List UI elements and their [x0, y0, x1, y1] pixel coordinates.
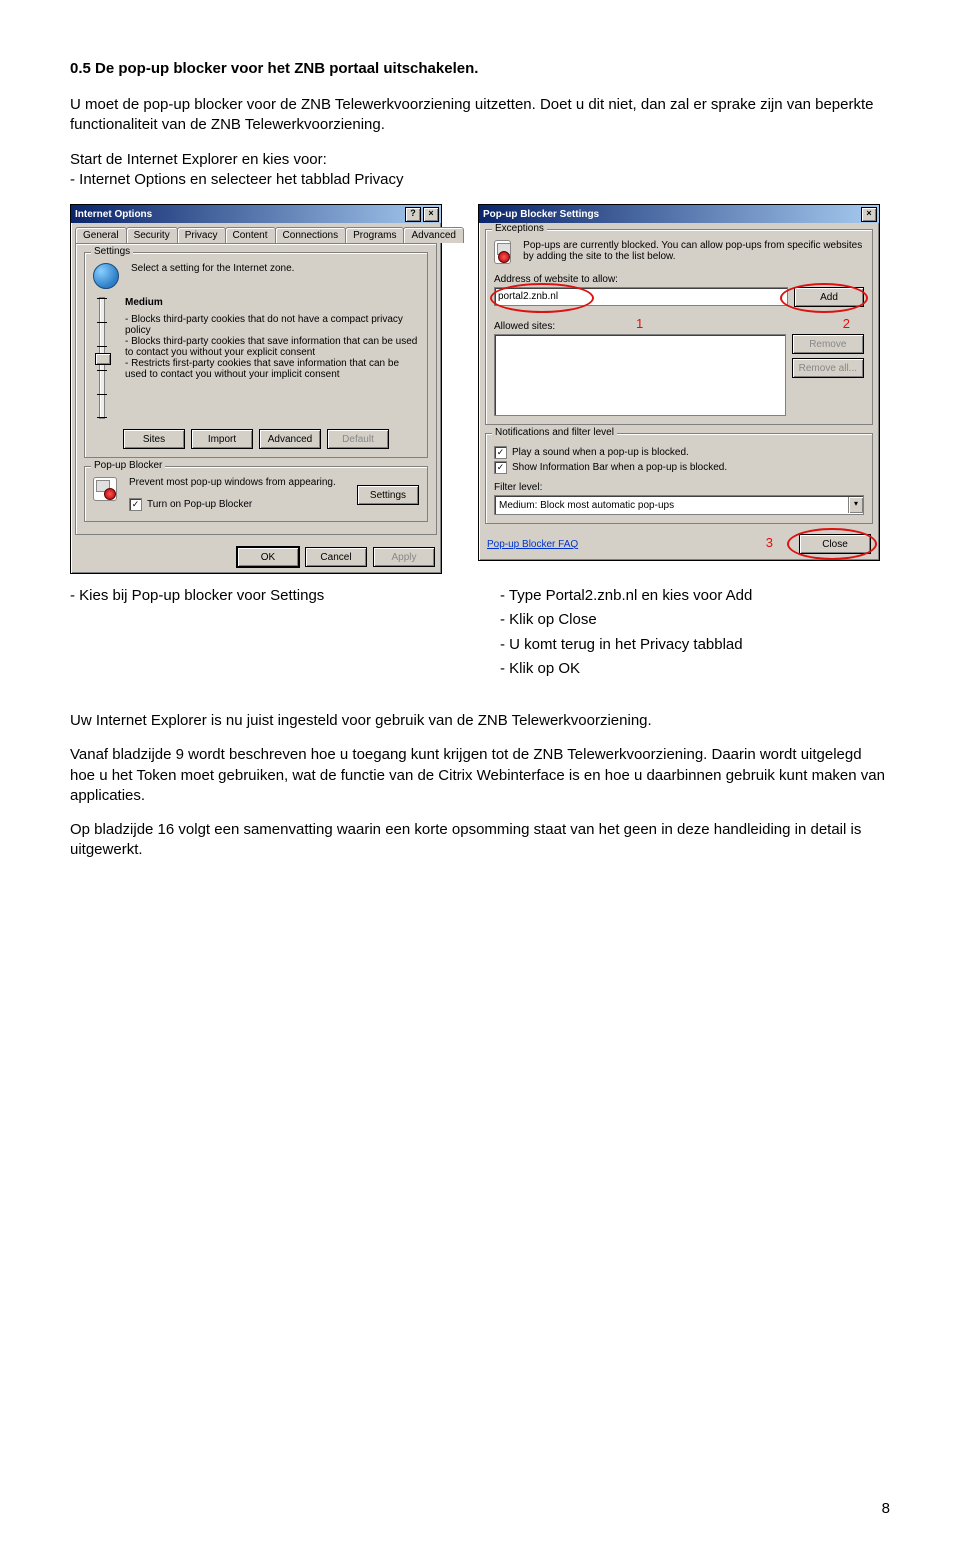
notifications-group: Notifications and filter level ✓ Play a … [485, 433, 873, 524]
exceptions-group-label: Exceptions [492, 223, 547, 234]
paragraph-outro-3: Op bladzijde 16 volgt een samenvatting w… [70, 820, 890, 861]
annotation-number-2: 2 [843, 316, 850, 331]
privacy-desc-3: - Restricts first-party cookies that sav… [125, 358, 419, 380]
annotation-number-1: 1 [636, 316, 643, 331]
instruction-right-3: - U komt terug in het Privacy tabblad [500, 635, 890, 655]
tab-panel-privacy: Settings Select a setting for the Intern… [75, 243, 437, 535]
annotation-number-3: 3 [766, 535, 773, 550]
infobar-label: Show Information Bar when a pop-up is bl… [512, 462, 727, 473]
privacy-slider[interactable] [99, 297, 105, 419]
slider-level: Medium [125, 297, 419, 308]
tab-strip: General Security Privacy Content Connect… [71, 223, 441, 243]
close-icon[interactable]: × [861, 207, 877, 222]
section-heading: 0.5 De pop-up blocker voor het ZNB porta… [70, 60, 890, 77]
filter-level-dropdown[interactable]: Medium: Block most automatic pop-ups ▾ [494, 495, 864, 515]
address-input[interactable]: portal2.znb.nl [494, 287, 788, 306]
filter-level-label: Filter level: [494, 482, 864, 493]
turn-on-popup-label: Turn on Pop-up Blocker [147, 499, 252, 510]
paragraph-intro-2b: - Internet Options en selecteer het tabb… [70, 171, 404, 188]
sound-checkbox[interactable]: ✓ [494, 446, 507, 459]
tab-programs[interactable]: Programs [345, 227, 404, 243]
tab-content[interactable]: Content [225, 227, 276, 243]
paragraph-intro-2: Start de Internet Explorer en kies voor:… [70, 150, 890, 191]
settings-caption: Select a setting for the Internet zone. [131, 263, 294, 274]
remove-button: Remove [792, 334, 864, 354]
dialog-titlebar: Internet Options ? × [71, 205, 441, 223]
instruction-right-1: - Type Portal2.znb.nl en kies voor Add [500, 586, 890, 606]
sound-label: Play a sound when a pop-up is blocked. [512, 447, 689, 458]
page-number: 8 [882, 1500, 890, 1517]
exceptions-group: Exceptions Pop-ups are currently blocked… [485, 229, 873, 425]
paragraph-outro-2: Vanaf bladzijde 9 wordt beschreven hoe u… [70, 745, 890, 806]
tab-general[interactable]: General [75, 227, 127, 243]
privacy-desc-2: - Blocks third-party cookies that save i… [125, 336, 419, 358]
paragraph-outro-1: Uw Internet Explorer is nu juist ingeste… [70, 711, 890, 731]
dialog-titlebar: Pop-up Blocker Settings × [479, 205, 879, 223]
default-button: Default [327, 429, 389, 449]
sites-button[interactable]: Sites [123, 429, 185, 449]
apply-button: Apply [373, 547, 435, 567]
tab-connections[interactable]: Connections [275, 227, 347, 243]
internet-options-dialog: Internet Options ? × General Security Pr… [70, 204, 442, 574]
advanced-button[interactable]: Advanced [259, 429, 321, 449]
globe-icon [93, 263, 119, 289]
instruction-right-4: - Klik op OK [500, 659, 890, 679]
dialog-title: Internet Options [75, 209, 152, 220]
popup-blocker-group: Pop-up Blocker Prevent most pop-up windo… [84, 466, 428, 522]
settings-group: Settings Select a setting for the Intern… [84, 252, 428, 458]
tab-advanced[interactable]: Advanced [403, 227, 463, 243]
instruction-right-2: - Klik op Close [500, 610, 890, 630]
allowed-sites-list[interactable] [494, 334, 786, 416]
exceptions-caption: Pop-ups are currently blocked. You can a… [523, 240, 864, 262]
close-icon[interactable]: × [423, 207, 439, 222]
turn-on-popup-checkbox[interactable]: ✓ [129, 498, 142, 511]
dialog-title: Pop-up Blocker Settings [483, 209, 599, 220]
popup-blocker-icon [494, 240, 511, 264]
ok-button[interactable]: OK [237, 547, 299, 567]
notifications-group-label: Notifications and filter level [492, 427, 617, 438]
close-button[interactable]: Close [799, 534, 871, 554]
allowed-sites-label: Allowed sites: [494, 321, 864, 332]
dialog-button-row: OK Cancel Apply [71, 541, 441, 573]
settings-group-label: Settings [91, 246, 133, 257]
popup-settings-body: Exceptions Pop-ups are currently blocked… [479, 223, 879, 560]
privacy-desc-1: - Blocks third-party cookies that do not… [125, 314, 419, 336]
popup-settings-dialog: Pop-up Blocker Settings × Exceptions Pop… [478, 204, 880, 561]
popup-faq-link[interactable]: Pop-up Blocker FAQ [487, 539, 578, 550]
tab-privacy[interactable]: Privacy [177, 227, 226, 243]
add-button[interactable]: Add [794, 287, 864, 307]
tab-security[interactable]: Security [126, 227, 178, 243]
filter-level-value: Medium: Block most automatic pop-ups [499, 500, 674, 511]
popup-blocker-icon [93, 477, 117, 501]
address-label: Address of website to allow: [494, 274, 864, 285]
paragraph-intro-2a: Start de Internet Explorer en kies voor: [70, 151, 327, 168]
remove-all-button: Remove all... [792, 358, 864, 378]
address-value: portal2.znb.nl [498, 291, 558, 302]
paragraph-intro-1: U moet de pop-up blocker voor de ZNB Tel… [70, 95, 890, 136]
instruction-left-1: - Kies bij Pop-up blocker voor Settings [70, 586, 460, 606]
popup-group-label: Pop-up Blocker [91, 460, 165, 471]
popup-caption: Prevent most pop-up windows from appeari… [129, 477, 351, 488]
import-button[interactable]: Import [191, 429, 253, 449]
cancel-button[interactable]: Cancel [305, 547, 367, 567]
infobar-checkbox[interactable]: ✓ [494, 461, 507, 474]
help-icon[interactable]: ? [405, 207, 421, 222]
chevron-down-icon: ▾ [848, 497, 863, 513]
popup-settings-button[interactable]: Settings [357, 485, 419, 505]
